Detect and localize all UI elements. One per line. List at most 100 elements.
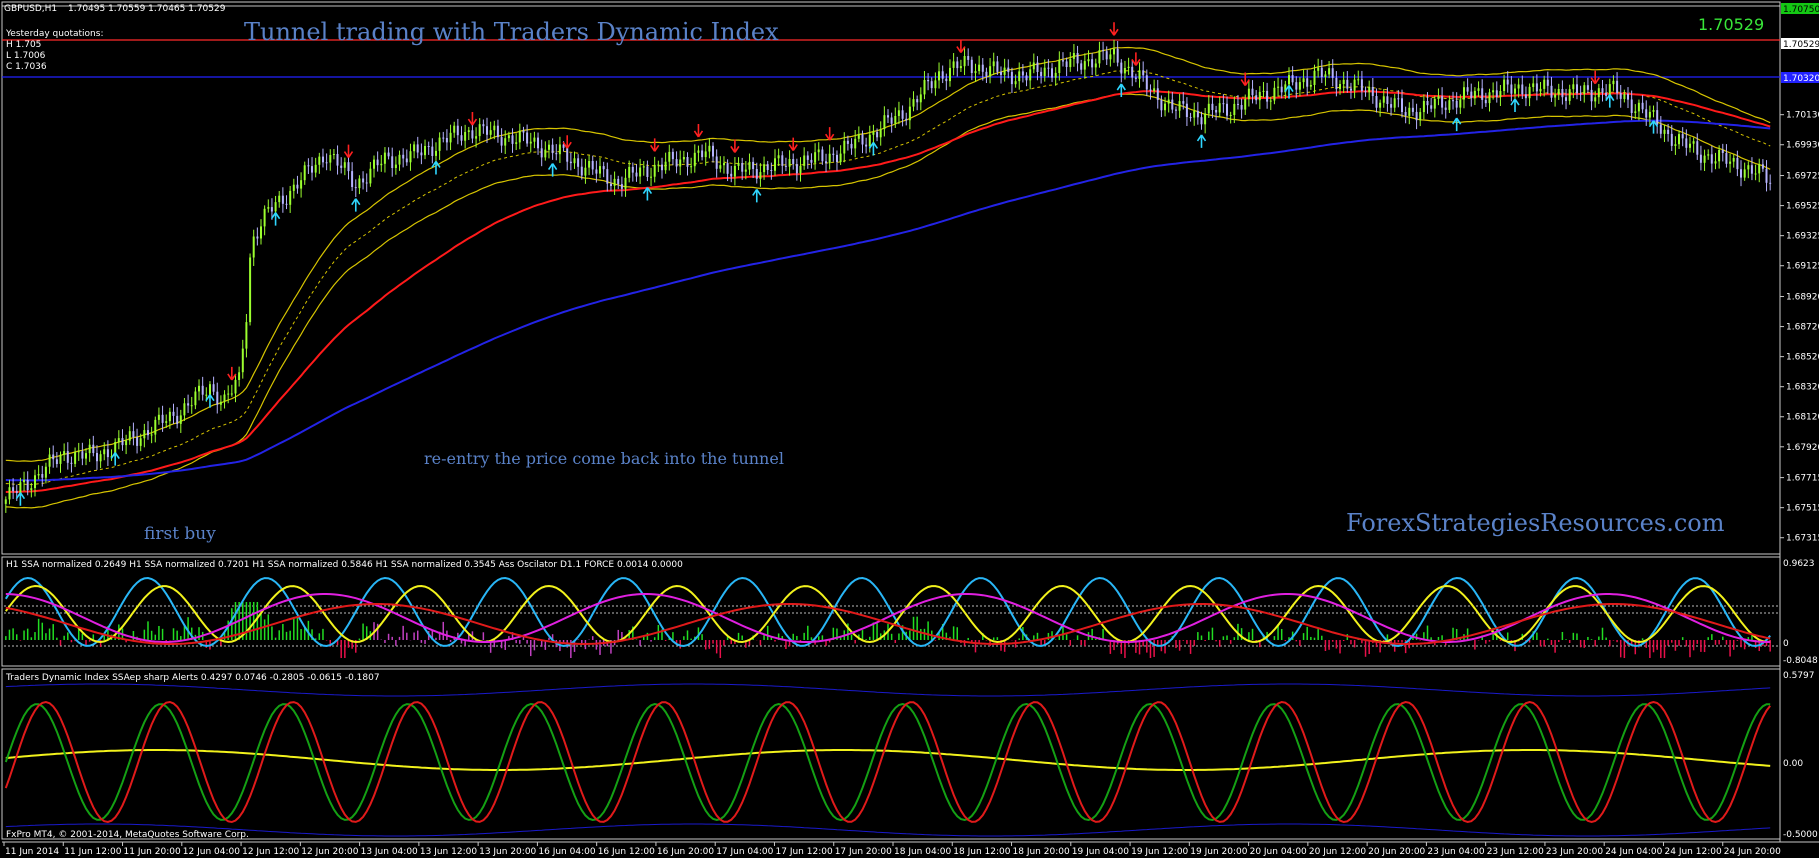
candle-body: [1404, 112, 1407, 116]
candle-body: [1193, 110, 1196, 118]
candle-body: [1466, 87, 1469, 92]
candle-body: [1058, 60, 1061, 73]
candle-body: [777, 155, 780, 159]
candle-body: [1685, 138, 1688, 148]
candle-body: [733, 165, 736, 177]
candle-body: [890, 117, 893, 124]
candle-body: [157, 414, 160, 420]
candle-body: [1295, 82, 1298, 90]
candle-body: [438, 137, 441, 151]
candle-body: [402, 154, 405, 159]
yesterday-close: C 1.7036: [6, 62, 47, 72]
candle-body: [1645, 109, 1648, 118]
candle-body: [1182, 101, 1185, 104]
candle-body: [1459, 99, 1462, 108]
candle-body: [748, 161, 751, 170]
candle-body: [588, 161, 591, 168]
candle-body: [1368, 87, 1371, 93]
candle-body: [784, 165, 787, 167]
candle-body: [1641, 102, 1644, 110]
candle-body: [55, 459, 58, 464]
candle-body: [872, 132, 875, 135]
candle-body: [300, 180, 303, 189]
candle-body: [868, 134, 871, 147]
candle-body: [1484, 99, 1487, 104]
candle-body: [1262, 90, 1265, 92]
candle-body: [1433, 98, 1436, 109]
candle-body: [1047, 67, 1050, 69]
candle-body: [1003, 67, 1006, 75]
candle-body: [278, 195, 281, 203]
candle-body: [143, 430, 146, 439]
candle-body: [1535, 83, 1538, 92]
candle-body: [1608, 84, 1611, 96]
price-tick-label: 1.69930: [1786, 141, 1819, 151]
candle-body: [336, 154, 339, 166]
candle-body: [1740, 169, 1742, 178]
candle-body: [1189, 117, 1192, 119]
candle-body: [704, 151, 707, 158]
candle-body: [52, 454, 55, 460]
candle-body: [930, 81, 933, 89]
time-tick-label: 20 Jun 04:00: [1250, 847, 1307, 857]
candle-body: [96, 453, 98, 462]
candle-body: [398, 154, 401, 165]
candle-body: [168, 411, 171, 422]
candle-body: [905, 118, 908, 121]
candle-body: [744, 169, 747, 172]
candle-body: [1554, 94, 1557, 98]
candle-body: [653, 164, 656, 177]
candle-body: [296, 184, 299, 189]
candle-body: [238, 372, 241, 380]
candle-body: [456, 125, 459, 136]
candle-body: [1634, 111, 1637, 113]
price-tick-label: 1.68320: [1786, 383, 1819, 393]
candle-body: [1094, 63, 1097, 68]
candle-body: [391, 156, 394, 168]
candle-body: [934, 80, 937, 89]
candle-body: [44, 466, 47, 478]
candle-body: [1353, 79, 1356, 91]
candle-body: [540, 148, 543, 158]
candle-body: [1116, 48, 1119, 63]
candle-body: [1637, 102, 1640, 112]
candle-body: [526, 132, 529, 144]
candle-body: [927, 80, 930, 82]
candle-body: [464, 132, 467, 141]
candle-body: [1477, 88, 1480, 91]
candle-body: [1350, 88, 1352, 91]
time-tick-label: 17 Jun 12:00: [776, 847, 833, 857]
candle-body: [41, 474, 44, 478]
candle-body: [1426, 101, 1429, 106]
candle-body: [1699, 154, 1702, 163]
candle-body: [1222, 103, 1225, 105]
candle-body: [1244, 99, 1247, 110]
candle-body: [26, 480, 29, 490]
candle-body: [358, 178, 361, 189]
candle-body: [1018, 71, 1021, 82]
candle-body: [1630, 99, 1633, 113]
candle-body: [1153, 88, 1156, 91]
candle-body: [511, 135, 514, 144]
time-tick-label: 18 Jun 12:00: [953, 847, 1010, 857]
candle-body: [1291, 75, 1294, 83]
candle-body: [1422, 101, 1425, 113]
time-tick-label: 13 Jun 12:00: [420, 847, 477, 857]
candle-body: [281, 195, 284, 204]
time-tick-label: 16 Jun 20:00: [657, 847, 714, 857]
candle-body: [460, 135, 463, 141]
candle-body: [974, 71, 977, 74]
candle-body: [537, 137, 539, 149]
candle-body: [828, 153, 831, 164]
time-tick-label: 18 Jun 20:00: [1013, 847, 1070, 857]
candle-body: [1072, 53, 1075, 59]
candle-body: [624, 177, 627, 189]
candle-body: [88, 444, 91, 454]
candle-body: [1761, 164, 1764, 169]
candle-body: [413, 144, 416, 152]
candle-body: [970, 59, 973, 73]
candle-body: [37, 474, 40, 476]
candle-body: [1419, 112, 1422, 121]
candle-body: [959, 66, 962, 69]
candle-body: [1430, 105, 1433, 109]
